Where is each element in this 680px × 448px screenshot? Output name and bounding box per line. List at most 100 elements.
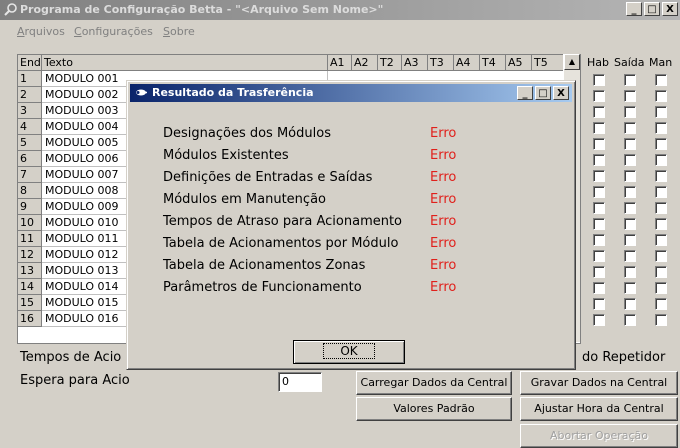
- col-header-end[interactable]: End: [18, 55, 42, 71]
- man-checkbox[interactable]: [655, 314, 667, 326]
- saida-checkbox[interactable]: [624, 154, 636, 166]
- result-status: Erro: [430, 280, 457, 295]
- hab-checkbox[interactable]: [593, 90, 605, 102]
- saida-checkbox[interactable]: [624, 122, 636, 134]
- close-button[interactable]: X: [662, 2, 678, 16]
- result-status: Erro: [430, 170, 457, 185]
- saida-checkbox[interactable]: [624, 266, 636, 278]
- saida-checkbox[interactable]: [624, 186, 636, 198]
- result-label: Tabela de Acionamentos Zonas: [163, 258, 366, 273]
- transfer-icon: [136, 89, 147, 96]
- result-status: Erro: [430, 192, 457, 207]
- man-checkbox[interactable]: [655, 298, 667, 310]
- menu-sobre[interactable]: Sobre: [163, 25, 195, 38]
- result-status: Erro: [430, 148, 457, 163]
- hab-checkbox[interactable]: [593, 74, 605, 86]
- man-checkbox[interactable]: [655, 154, 667, 166]
- man-checkbox[interactable]: [655, 202, 667, 214]
- man-checkbox[interactable]: [655, 250, 667, 262]
- saida-header: Saída: [614, 56, 645, 69]
- ajustar-hora-button[interactable]: Ajustar Hora da Central: [520, 397, 678, 421]
- man-checkbox[interactable]: [655, 186, 667, 198]
- row-number: 9: [18, 199, 42, 215]
- hab-checkbox[interactable]: [593, 218, 605, 230]
- col-header-a5[interactable]: A5: [506, 55, 532, 71]
- col-header-a3[interactable]: A3: [402, 55, 428, 71]
- carregar-dados-button[interactable]: Carregar Dados da Central: [356, 371, 512, 395]
- row-number: 2: [18, 87, 42, 103]
- hab-checkbox[interactable]: [593, 122, 605, 134]
- dialog-title: Resultado da Trasferência: [152, 86, 314, 99]
- scroll-up-arrow-icon[interactable]: ▲: [564, 54, 580, 70]
- saida-checkbox[interactable]: [624, 138, 636, 150]
- saida-checkbox[interactable]: [624, 314, 636, 326]
- saida-checkbox[interactable]: [624, 202, 636, 214]
- ok-button[interactable]: OK: [293, 340, 405, 364]
- result-label: Tabela de Acionamentos por Módulo: [163, 236, 399, 251]
- saida-checkbox[interactable]: [624, 90, 636, 102]
- col-header-t2[interactable]: T2: [378, 55, 402, 71]
- menu-configuracoes[interactable]: Configurações: [74, 25, 153, 38]
- col-header-a1[interactable]: A1: [328, 55, 352, 71]
- valores-padrao-button[interactable]: Valores Padrão: [356, 397, 512, 421]
- result-status: Erro: [430, 258, 457, 273]
- result-status: Erro: [430, 126, 457, 141]
- col-header-t3[interactable]: T3: [428, 55, 454, 71]
- col-header-a2[interactable]: A2: [352, 55, 378, 71]
- col-header-a4[interactable]: A4: [454, 55, 480, 71]
- abortar-operacao-button[interactable]: Abortar Operação: [520, 424, 678, 448]
- row-number: 3: [18, 103, 42, 119]
- saida-checkbox[interactable]: [624, 298, 636, 310]
- hab-checkbox[interactable]: [593, 170, 605, 182]
- saida-checkbox[interactable]: [624, 74, 636, 86]
- result-label: Módulos Existentes: [163, 148, 289, 163]
- hab-checkbox[interactable]: [593, 138, 605, 150]
- man-checkbox[interactable]: [655, 282, 667, 294]
- saida-checkbox[interactable]: [624, 234, 636, 246]
- man-checkbox[interactable]: [655, 122, 667, 134]
- man-checkbox[interactable]: [655, 218, 667, 230]
- col-header-texto[interactable]: Texto: [42, 55, 328, 71]
- hab-checkbox[interactable]: [593, 154, 605, 166]
- magnifier-icon: [4, 3, 17, 16]
- hab-checkbox[interactable]: [593, 314, 605, 326]
- repetidor-label: do Repetidor: [582, 350, 666, 365]
- hab-checkbox[interactable]: [593, 282, 605, 294]
- result-status: Erro: [430, 214, 457, 229]
- saida-checkbox[interactable]: [624, 282, 636, 294]
- hab-checkbox[interactable]: [593, 234, 605, 246]
- dialog-minimize-button[interactable]: _: [517, 86, 533, 100]
- man-checkbox[interactable]: [655, 90, 667, 102]
- hab-checkbox[interactable]: [593, 266, 605, 278]
- row-number: 14: [18, 279, 42, 295]
- maximize-button[interactable]: □: [644, 2, 660, 16]
- hab-checkbox[interactable]: [593, 106, 605, 118]
- menu-arquivos[interactable]: Arquivos: [17, 25, 65, 38]
- hab-checkbox[interactable]: [593, 298, 605, 310]
- dialog-close-button[interactable]: X: [553, 86, 569, 100]
- espera-input[interactable]: 0: [278, 372, 322, 392]
- hab-checkbox[interactable]: [593, 250, 605, 262]
- man-checkbox[interactable]: [655, 170, 667, 182]
- row-number: 8: [18, 183, 42, 199]
- result-label: Módulos em Manutenção: [163, 192, 326, 207]
- minimize-button[interactable]: _: [626, 2, 642, 16]
- man-checkbox[interactable]: [655, 74, 667, 86]
- saida-checkbox[interactable]: [624, 250, 636, 262]
- row-number: 13: [18, 263, 42, 279]
- man-checkbox[interactable]: [655, 106, 667, 118]
- hab-checkbox[interactable]: [593, 202, 605, 214]
- col-header-t4[interactable]: T4: [480, 55, 506, 71]
- row-number: 16: [18, 311, 42, 327]
- saida-checkbox[interactable]: [624, 170, 636, 182]
- col-header-t5[interactable]: T5: [532, 55, 564, 71]
- dialog-maximize-button[interactable]: □: [535, 86, 551, 100]
- hab-checkbox[interactable]: [593, 186, 605, 198]
- man-checkbox[interactable]: [655, 266, 667, 278]
- man-checkbox[interactable]: [655, 138, 667, 150]
- hab-header: Hab: [587, 56, 609, 69]
- saida-checkbox[interactable]: [624, 218, 636, 230]
- man-checkbox[interactable]: [655, 234, 667, 246]
- gravar-dados-button[interactable]: Gravar Dados na Central: [520, 371, 678, 395]
- saida-checkbox[interactable]: [624, 106, 636, 118]
